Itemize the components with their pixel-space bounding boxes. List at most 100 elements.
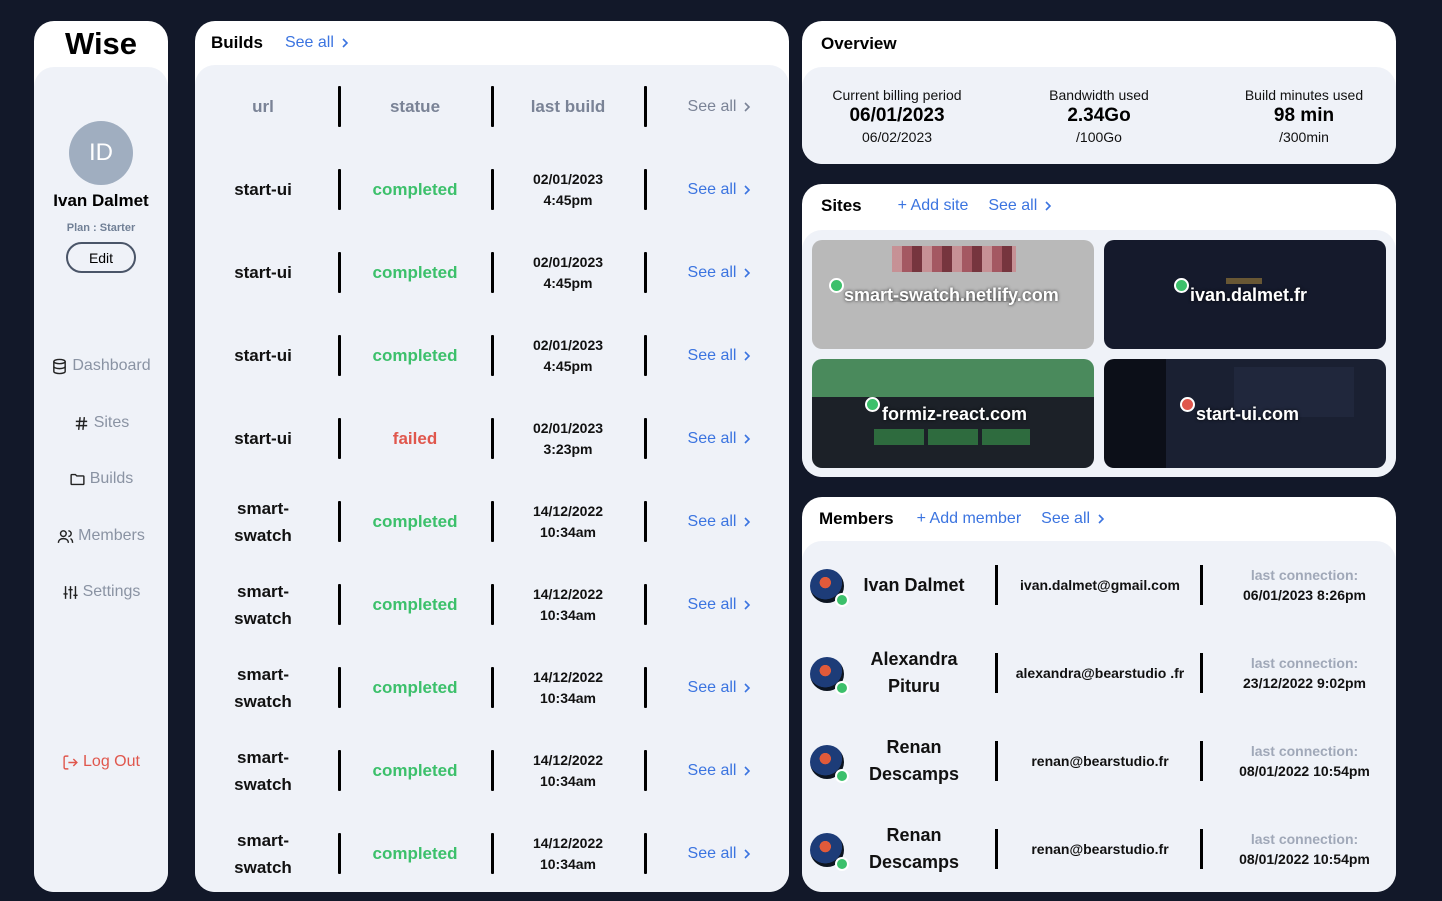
build-see-all-link[interactable]: See all bbox=[665, 563, 775, 646]
site-name: smart-swatch.netlify.com bbox=[844, 285, 1059, 305]
sidebar-item-dashboard[interactable]: Dashboard bbox=[34, 357, 168, 375]
build-status: completed bbox=[372, 262, 458, 282]
builds-title: Builds bbox=[211, 33, 263, 52]
chevron-right-icon bbox=[744, 267, 751, 278]
build-date-day: 14/12/2022 bbox=[532, 834, 604, 851]
chevron-right-icon bbox=[1098, 514, 1105, 524]
build-url: start-ui bbox=[234, 346, 292, 365]
member-row[interactable]: Renan Descamps renan@bearstudio.fr last co… bbox=[802, 805, 1396, 892]
member-email: renan@bearstudio.fr bbox=[1031, 840, 1169, 857]
build-date-time: 10:34am bbox=[539, 606, 597, 623]
build-date: 02/01/2023 3:23pm bbox=[518, 397, 618, 480]
builds-table: url statue last build See all start-ui co… bbox=[195, 65, 789, 892]
build-see-all-link[interactable]: See all bbox=[665, 812, 775, 892]
build-see-all-link[interactable]: See all bbox=[665, 646, 775, 729]
build-url: start-ui bbox=[234, 263, 292, 282]
column-divider bbox=[644, 833, 647, 874]
build-date: 02/01/2023 4:45pm bbox=[518, 148, 618, 231]
col-header-last-build: last build bbox=[530, 97, 606, 116]
see-all-label: See all bbox=[687, 346, 737, 364]
sites-see-all-link[interactable]: See all bbox=[988, 197, 1053, 215]
sidebar-item-sites[interactable]: Sites bbox=[34, 414, 168, 432]
see-all-link[interactable]: See all bbox=[665, 65, 775, 148]
chevron-right-icon bbox=[1045, 201, 1052, 211]
build-status: completed bbox=[372, 345, 458, 365]
column-divider bbox=[338, 86, 341, 127]
column-divider bbox=[491, 584, 494, 625]
column-divider bbox=[644, 584, 647, 625]
site-preview-line bbox=[1226, 278, 1262, 284]
column-divider bbox=[1200, 565, 1203, 605]
column-divider bbox=[491, 169, 494, 210]
last-connection-value: 06/01/2023 8:26pm bbox=[1243, 587, 1366, 603]
build-row: smart-swatch completed 14/12/2022 10:34am Se… bbox=[195, 480, 789, 563]
column-divider bbox=[338, 501, 341, 542]
site-name: start-ui.com bbox=[1196, 404, 1300, 424]
build-see-all-link[interactable]: See all bbox=[665, 148, 775, 231]
member-email: alexandra@bearstudio .fr bbox=[1015, 664, 1185, 681]
site-status-dot bbox=[1180, 397, 1195, 412]
builds-panel: Builds See all url statue last build See… bbox=[195, 21, 789, 892]
member-row[interactable]: Renan Descamps renan@bearstudio.fr last co… bbox=[802, 717, 1396, 805]
site-status-dot bbox=[865, 397, 880, 412]
members-title: Members bbox=[819, 509, 894, 528]
build-see-all-link[interactable]: See all bbox=[665, 231, 775, 314]
column-divider bbox=[1200, 829, 1203, 869]
hash-icon bbox=[75, 416, 87, 430]
chevron-right-icon bbox=[744, 101, 751, 112]
sidebar-item-builds[interactable]: Builds bbox=[34, 470, 168, 488]
build-see-all-link[interactable]: See all bbox=[665, 314, 775, 397]
logout-button[interactable]: Log Out bbox=[34, 753, 168, 771]
member-row[interactable]: Alexandra Pituru alexandra@bearstudio .fr… bbox=[802, 629, 1396, 717]
member-name: Renan Descamps bbox=[868, 737, 960, 784]
build-status: completed bbox=[372, 511, 458, 531]
member-last-connection: last connection: 08/01/2022 10:54pm bbox=[1207, 717, 1396, 805]
build-date: 02/01/2023 4:45pm bbox=[518, 231, 618, 314]
stat-label: Build minutes used bbox=[1244, 87, 1364, 103]
chevron-right-icon bbox=[342, 38, 349, 48]
overview-stats: Current billing period 06/01/2023 06/02/… bbox=[802, 67, 1396, 164]
build-date-time: 4:45pm bbox=[543, 357, 593, 374]
chevron-right-icon bbox=[744, 433, 751, 444]
members-see-all-link[interactable]: See all bbox=[1041, 510, 1106, 528]
column-divider bbox=[338, 335, 341, 376]
site-card-formiz[interactable]: formiz-react.com bbox=[812, 359, 1094, 468]
column-divider bbox=[338, 584, 341, 625]
column-divider bbox=[338, 833, 341, 874]
see-all-label: See all bbox=[687, 844, 737, 862]
last-connection-value: 08/01/2022 10:54pm bbox=[1239, 763, 1370, 779]
edit-profile-button[interactable]: Edit bbox=[66, 242, 136, 273]
plan-label: Plan : Starter bbox=[66, 222, 136, 234]
build-date-day: 14/12/2022 bbox=[532, 585, 604, 602]
add-site-button[interactable]: + Add site bbox=[898, 197, 969, 215]
member-row[interactable]: Ivan Dalmet ivan.dalmet@gmail.com last con… bbox=[802, 541, 1396, 629]
build-date: 02/01/2023 4:45pm bbox=[518, 314, 618, 397]
build-see-all-link[interactable]: See all bbox=[665, 480, 775, 563]
site-card-smart-swatch[interactable]: smart-swatch.netlify.com bbox=[812, 240, 1094, 349]
members-list: Ivan Dalmet ivan.dalmet@gmail.com last con… bbox=[802, 541, 1396, 892]
build-date-time: 4:45pm bbox=[543, 274, 593, 291]
sites-panel: Sites + Add site See all smart-swatch.ne… bbox=[802, 184, 1396, 477]
logout-icon bbox=[63, 754, 78, 770]
builds-see-all-link[interactable]: See all bbox=[285, 34, 350, 52]
sidebar-item-settings[interactable]: Settings bbox=[34, 583, 168, 601]
build-date-day: 02/01/2023 bbox=[532, 419, 604, 436]
build-date-day: 02/01/2023 bbox=[532, 336, 604, 353]
stat-value: 98 min bbox=[1273, 105, 1335, 126]
sidebar-item-members[interactable]: Members bbox=[34, 527, 168, 545]
online-status-dot bbox=[835, 769, 849, 783]
chevron-right-icon bbox=[744, 516, 751, 527]
build-see-all-link[interactable]: See all bbox=[665, 729, 775, 812]
build-url: start-ui bbox=[234, 180, 292, 199]
column-divider bbox=[491, 833, 494, 874]
add-member-button[interactable]: + Add member bbox=[917, 510, 1022, 528]
column-divider bbox=[644, 750, 647, 791]
column-divider bbox=[995, 565, 998, 605]
user-avatar: ID bbox=[69, 121, 133, 185]
build-see-all-link[interactable]: See all bbox=[665, 397, 775, 480]
member-name: Ivan Dalmet bbox=[863, 574, 965, 595]
see-all-label: See all bbox=[1041, 510, 1091, 527]
build-date-time: 10:34am bbox=[539, 689, 597, 706]
site-card-start-ui[interactable]: start-ui.com bbox=[1104, 359, 1386, 468]
site-card-ivan-dalmet[interactable]: ivan.dalmet.fr bbox=[1104, 240, 1386, 349]
